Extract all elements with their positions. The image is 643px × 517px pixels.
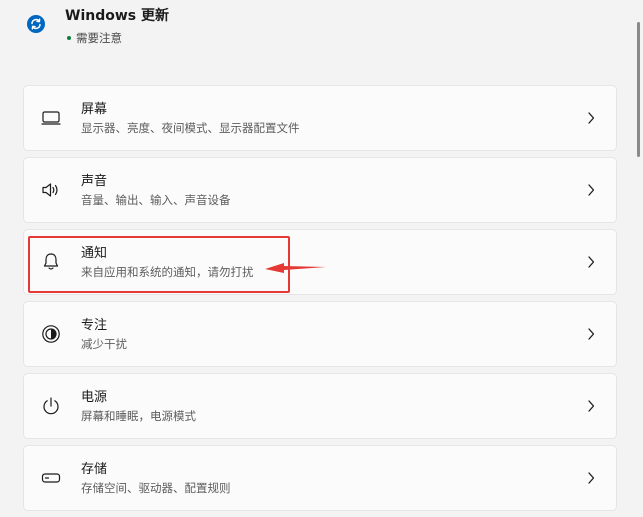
settings-item-display[interactable]: 屏幕 显示器、亮度、夜间模式、显示器配置文件 bbox=[23, 85, 617, 151]
settings-item-title: 存储 bbox=[81, 461, 108, 477]
settings-item-title: 专注 bbox=[81, 317, 108, 333]
status-dot-icon bbox=[67, 36, 71, 40]
settings-item-title: 电源 bbox=[81, 389, 108, 405]
settings-item-focus[interactable]: 专注 减少干扰 bbox=[23, 301, 617, 367]
settings-item-storage[interactable]: 存储 存储空间、驱动器、配置规则 bbox=[23, 445, 617, 511]
settings-item-description: 音量、输出、输入、声音设备 bbox=[81, 192, 231, 207]
storage-icon bbox=[41, 468, 61, 488]
bell-icon bbox=[41, 252, 61, 272]
settings-item-sound[interactable]: 声音 音量、输出、输入、声音设备 bbox=[23, 157, 617, 223]
monitor-icon bbox=[41, 108, 61, 128]
settings-item-notifications[interactable]: 通知 来自应用和系统的通知，请勿打扰 bbox=[23, 229, 617, 295]
chevron-right-icon bbox=[584, 399, 598, 413]
sync-icon bbox=[26, 14, 46, 34]
chevron-right-icon bbox=[584, 327, 598, 341]
settings-item-description: 屏幕和睡眠，电源模式 bbox=[81, 408, 196, 423]
settings-item-title: 屏幕 bbox=[81, 101, 108, 117]
settings-item-description: 显示器、亮度、夜间模式、显示器配置文件 bbox=[81, 120, 300, 135]
chevron-right-icon bbox=[584, 183, 598, 197]
settings-item-power[interactable]: 电源 屏幕和睡眠，电源模式 bbox=[23, 373, 617, 439]
settings-page: Windows 更新 需要注意 屏幕 显示器、亮度、夜间模式、显示器配置文件 声… bbox=[0, 0, 643, 517]
settings-item-description: 来自应用和系统的通知，请勿打扰 bbox=[81, 264, 254, 279]
chevron-right-icon bbox=[584, 471, 598, 485]
settings-item-title: 声音 bbox=[81, 173, 108, 189]
chevron-right-icon bbox=[584, 255, 598, 269]
settings-item-description: 存储空间、驱动器、配置规则 bbox=[81, 480, 231, 495]
settings-item-description: 减少干扰 bbox=[81, 336, 127, 351]
chevron-right-icon bbox=[584, 111, 598, 125]
scrollbar[interactable] bbox=[634, 0, 643, 517]
settings-item-title: 通知 bbox=[81, 245, 108, 261]
speaker-icon bbox=[41, 180, 61, 200]
windows-update-status: 需要注意 bbox=[65, 30, 169, 46]
focus-icon bbox=[41, 324, 61, 344]
windows-update-section[interactable]: Windows 更新 需要注意 bbox=[26, 8, 169, 46]
windows-update-title: Windows 更新 bbox=[65, 8, 169, 24]
scrollbar-thumb[interactable] bbox=[637, 22, 640, 157]
windows-update-status-text: 需要注意 bbox=[76, 31, 122, 45]
power-icon bbox=[41, 396, 61, 416]
